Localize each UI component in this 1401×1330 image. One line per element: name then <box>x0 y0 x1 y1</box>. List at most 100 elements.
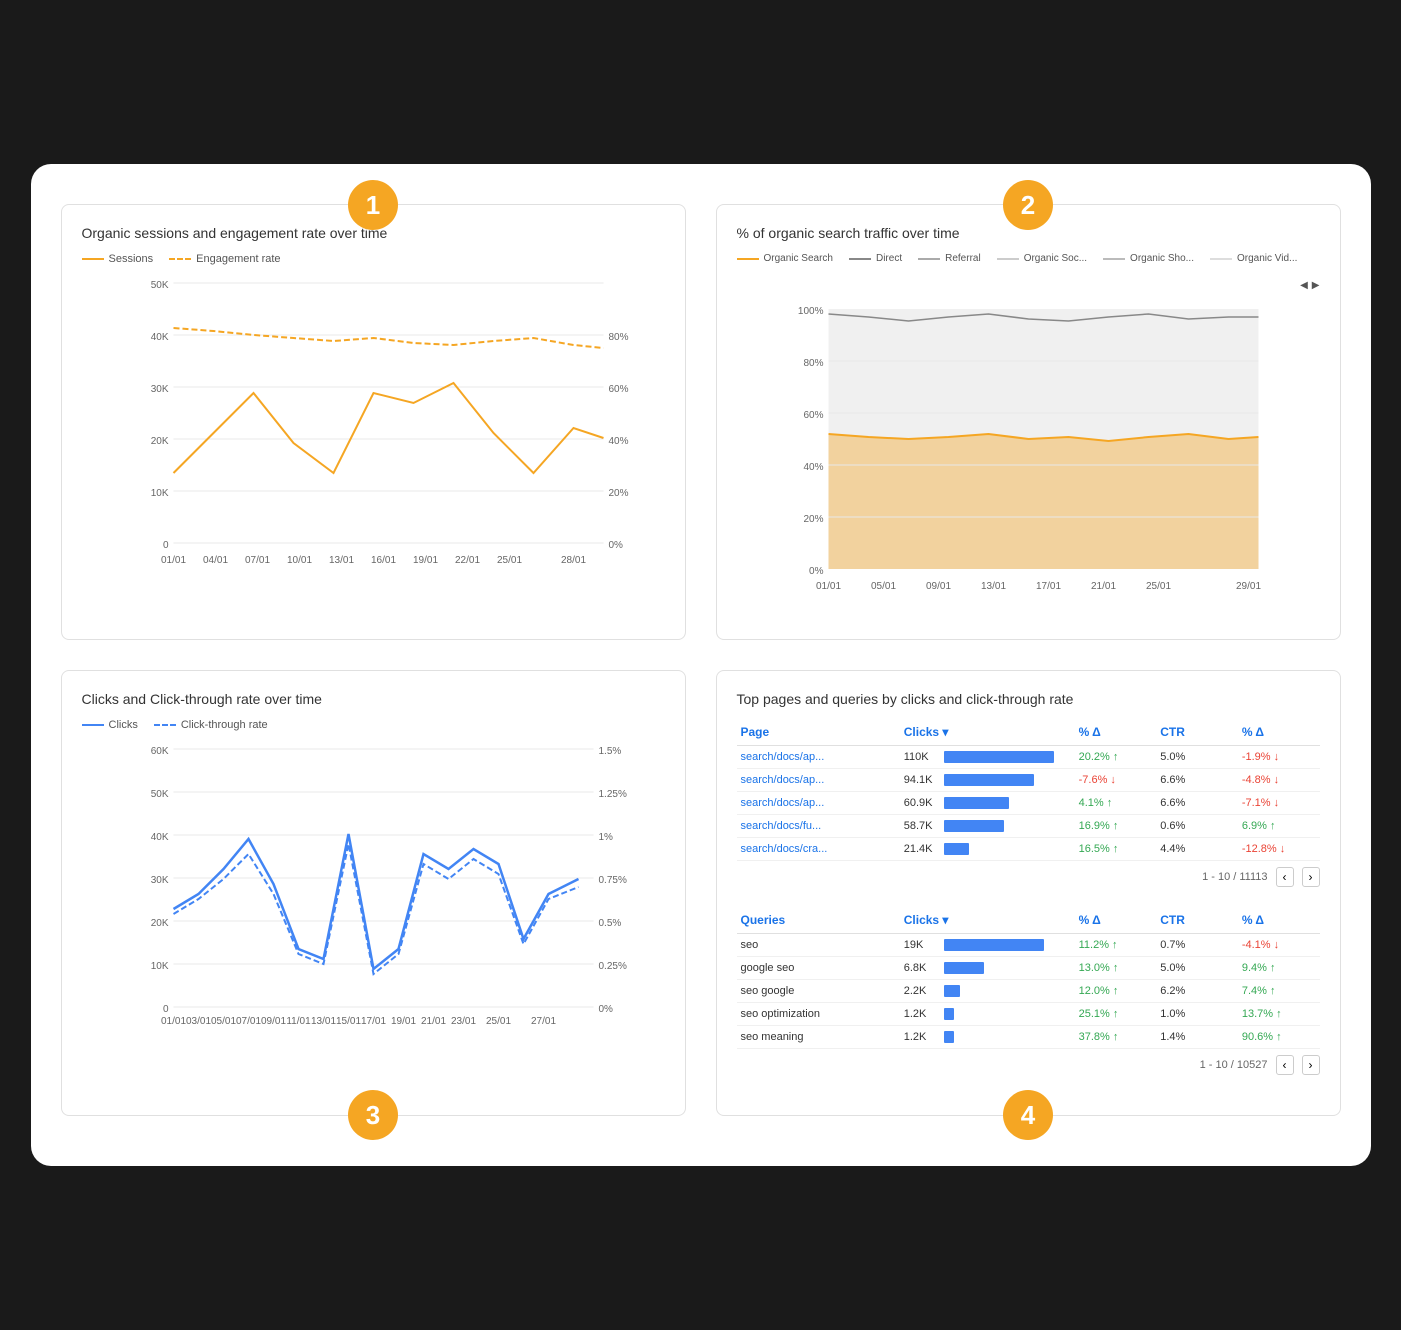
queries-next-btn[interactable]: › <box>1302 1055 1320 1075</box>
nav-next-icon[interactable]: ▶ <box>1312 280 1320 291</box>
cell-page: search/docs/ap... <box>737 746 900 769</box>
col-query[interactable]: Queries <box>737 907 900 934</box>
badge-4: 4 <box>1003 1090 1053 1140</box>
cell-pct-delta: 20.2% ↑ <box>1075 746 1157 769</box>
nav-prev-icon[interactable]: ◀ <box>1300 280 1308 291</box>
svg-text:100%: 100% <box>797 306 823 317</box>
svg-text:04/01: 04/01 <box>202 555 227 566</box>
cell-clicks: 1.2K <box>900 1003 1075 1026</box>
svg-text:0.5%: 0.5% <box>598 918 621 929</box>
table-row: seo 19K 11.2% ↑ 0.7% -4.1% ↓ <box>737 934 1320 957</box>
svg-text:60%: 60% <box>608 384 628 395</box>
cell-pct-delta: 13.0% ↑ <box>1075 957 1157 980</box>
panel2-chart: 0% 20% 40% 60% 80% 100% 01/01 05/01 09/0… <box>737 299 1320 619</box>
cell-ctr-delta: -4.8% ↓ <box>1238 769 1320 792</box>
svg-text:07/01: 07/01 <box>244 555 269 566</box>
cell-pct-delta: 25.1% ↑ <box>1075 1003 1157 1026</box>
legend-direct: Direct <box>849 253 902 264</box>
cell-clicks: 19K <box>900 934 1075 957</box>
queries-prev-btn[interactable]: ‹ <box>1276 1055 1294 1075</box>
queries-pagination-text: 1 - 10 / 10527 <box>1200 1059 1268 1071</box>
pages-prev-btn[interactable]: ‹ <box>1276 867 1294 887</box>
legend-organic-soc: Organic Soc... <box>997 253 1087 264</box>
col-clicks-q[interactable]: Clicks ▾ <box>900 907 1075 934</box>
pages-table-section: Page Clicks ▾ % Δ CTR % Δ search/docs/ap… <box>737 719 1320 887</box>
col-page[interactable]: Page <box>737 719 900 746</box>
panel3-legend: Clicks Click-through rate <box>82 719 665 731</box>
table-row: search/docs/cra... 21.4K 16.5% ↑ 4.4% -1… <box>737 838 1320 861</box>
badge-3: 3 <box>348 1090 398 1140</box>
table-row: google seo 6.8K 13.0% ↑ 5.0% 9.4% ↑ <box>737 957 1320 980</box>
col-pct-delta-q[interactable]: % Δ <box>1075 907 1157 934</box>
legend-sessions: Sessions <box>82 253 154 265</box>
svg-text:0: 0 <box>162 1004 168 1015</box>
svg-text:27/01: 27/01 <box>530 1016 555 1027</box>
cell-ctr: 5.0% <box>1156 746 1238 769</box>
panel2-legend: Organic Search Direct Referral Organic S… <box>737 253 1320 291</box>
badge-2: 2 <box>1003 180 1053 230</box>
svg-text:05/01: 05/01 <box>870 581 895 592</box>
table-row: search/docs/ap... 60.9K 4.1% ↑ 6.6% -7.1… <box>737 792 1320 815</box>
svg-text:01/01: 01/01 <box>160 555 185 566</box>
cell-ctr: 6.2% <box>1156 980 1238 1003</box>
cell-query: seo optimization <box>737 1003 900 1026</box>
col-ctr-delta[interactable]: % Δ <box>1238 719 1320 746</box>
cell-clicks: 110K <box>900 746 1075 769</box>
cell-page: search/docs/cra... <box>737 838 900 861</box>
col-ctr-q[interactable]: CTR <box>1156 907 1238 934</box>
svg-text:10K: 10K <box>150 488 168 499</box>
svg-text:05/01: 05/01 <box>210 1016 235 1027</box>
cell-ctr-delta: 7.4% ↑ <box>1238 980 1320 1003</box>
panel1-chart: 0 10K 20K 30K 40K 50K 0% 20% 40% 60% 80% <box>82 273 665 593</box>
table-row: seo meaning 1.2K 37.8% ↑ 1.4% 90.6% ↑ <box>737 1026 1320 1049</box>
svg-text:03/01: 03/01 <box>185 1016 210 1027</box>
cell-clicks: 94.1K <box>900 769 1075 792</box>
cell-page: search/docs/ap... <box>737 792 900 815</box>
svg-text:29/01: 29/01 <box>1235 581 1260 592</box>
svg-text:09/01: 09/01 <box>260 1016 285 1027</box>
svg-text:0: 0 <box>162 540 168 551</box>
col-ctr[interactable]: CTR <box>1156 719 1238 746</box>
panel3-chart: 0 10K 20K 30K 40K 50K 60K 0% 0.25% 0.5% … <box>82 739 665 1059</box>
svg-text:1.5%: 1.5% <box>598 746 621 757</box>
col-pct-delta[interactable]: % Δ <box>1075 719 1157 746</box>
panel1-legend: Sessions Engagement rate <box>82 253 665 265</box>
pages-next-btn[interactable]: › <box>1302 867 1320 887</box>
svg-text:80%: 80% <box>608 332 628 343</box>
badge-1: 1 <box>348 180 398 230</box>
panel-organic-traffic: 2 % of organic search traffic over time … <box>716 204 1341 640</box>
cell-page: search/docs/ap... <box>737 769 900 792</box>
cell-pct-delta: 12.0% ↑ <box>1075 980 1157 1003</box>
svg-text:0%: 0% <box>608 540 623 551</box>
queries-table-section: Queries Clicks ▾ % Δ CTR % Δ seo 19K 11.… <box>737 907 1320 1075</box>
cell-clicks: 2.2K <box>900 980 1075 1003</box>
cell-ctr-delta: -12.8% ↓ <box>1238 838 1320 861</box>
svg-text:25/01: 25/01 <box>485 1016 510 1027</box>
cell-ctr-delta: -7.1% ↓ <box>1238 792 1320 815</box>
svg-text:1%: 1% <box>598 832 613 843</box>
svg-text:11/01: 11/01 <box>286 1016 311 1027</box>
chart-nav[interactable]: ◀ ▶ <box>1300 280 1319 291</box>
col-ctr-delta-q[interactable]: % Δ <box>1238 907 1320 934</box>
svg-text:0.75%: 0.75% <box>598 875 626 886</box>
col-clicks[interactable]: Clicks ▾ <box>900 719 1075 746</box>
svg-text:25/01: 25/01 <box>496 555 521 566</box>
pages-pagination: 1 - 10 / 11113 ‹ › <box>737 867 1320 887</box>
svg-text:50K: 50K <box>150 789 168 800</box>
svg-text:30K: 30K <box>150 384 168 395</box>
cell-ctr: 6.6% <box>1156 769 1238 792</box>
svg-text:80%: 80% <box>803 358 823 369</box>
svg-text:09/01: 09/01 <box>925 581 950 592</box>
legend-organic-vid: Organic Vid... <box>1210 253 1297 264</box>
cell-ctr-delta: -1.9% ↓ <box>1238 746 1320 769</box>
svg-text:16/01: 16/01 <box>370 555 395 566</box>
cell-ctr: 4.4% <box>1156 838 1238 861</box>
svg-text:0.25%: 0.25% <box>598 961 626 972</box>
cell-pct-delta: -7.6% ↓ <box>1075 769 1157 792</box>
cell-page: search/docs/fu... <box>737 815 900 838</box>
queries-pagination: 1 - 10 / 10527 ‹ › <box>737 1055 1320 1075</box>
panel4-title: Top pages and queries by clicks and clic… <box>737 691 1320 707</box>
cell-ctr: 0.7% <box>1156 934 1238 957</box>
cell-pct-delta: 11.2% ↑ <box>1075 934 1157 957</box>
cell-pct-delta: 4.1% ↑ <box>1075 792 1157 815</box>
